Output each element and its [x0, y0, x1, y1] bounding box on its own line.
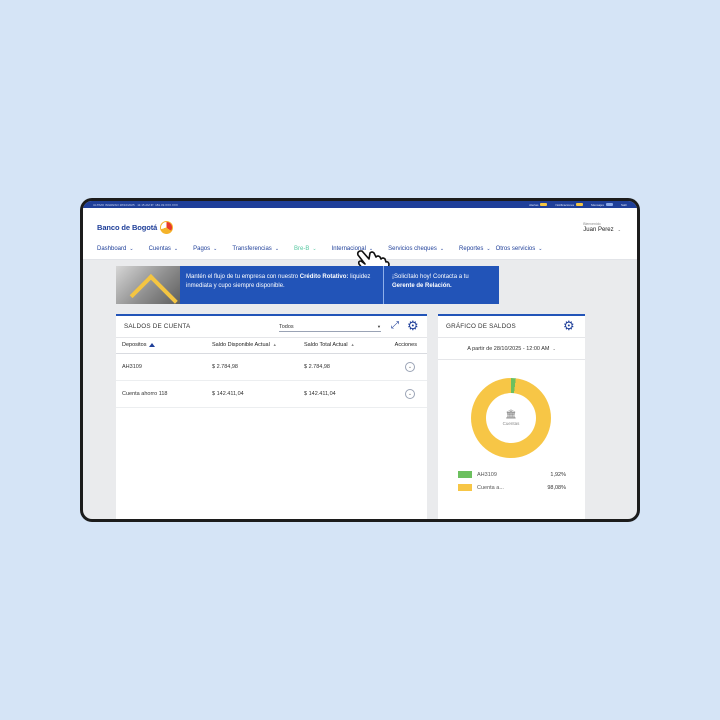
messages-badge	[605, 202, 613, 207]
legend-percent: 98,08%	[547, 484, 566, 491]
card-title: SALDOS DE CUENTA	[124, 323, 191, 330]
sort-icon: ▲	[350, 342, 355, 348]
nav-dashboard[interactable]: Dashboard ⌄	[97, 246, 134, 252]
legend-name: AH3109	[477, 471, 497, 478]
balance-chart-card: GRÁFICO DE SALDOS ⚙ A partir de 28/10/20…	[438, 314, 585, 519]
gear-icon[interactable]: ⚙	[407, 319, 419, 332]
card-header: SALDOS DE CUENTA Todos ▼ ⤢ ⚙	[116, 316, 427, 338]
account-balances-card: SALDOS DE CUENTA Todos ▼ ⤢ ⚙ Depositos S…	[116, 314, 427, 519]
account-name[interactable]: Cuenta ahorro 118	[116, 380, 206, 408]
available-balance: $ 2.784,98	[206, 353, 298, 381]
legend-item[interactable]: Cuenta a... 98,08%	[458, 481, 566, 494]
total-balance: $ 2.784,98	[298, 353, 375, 381]
filter-value: Todos	[279, 323, 294, 330]
nav-pagos[interactable]: Pagos ⌄	[193, 246, 217, 252]
nav-bre-b[interactable]: Bre-B ⌄	[294, 246, 317, 252]
user-greeting: Bienvenido	[583, 222, 601, 226]
balances-table: Depositos Saldo Disponible Actual ▲ Saldo…	[116, 338, 427, 408]
gear-icon[interactable]: ⚙	[563, 319, 575, 332]
chevron-down-icon: ⌄	[173, 246, 179, 252]
promo-banner[interactable]: Mantén el flujo de tu empresa con nuestr…	[116, 266, 499, 304]
logout-link[interactable]: Salir	[621, 203, 627, 207]
col-saldo-total[interactable]: Saldo Total Actual ▲	[298, 338, 375, 354]
chevron-down-icon: ⌄	[538, 246, 543, 252]
table-row[interactable]: AH3109 $ 2.784,98 $ 2.784,98 ⌄	[116, 353, 427, 381]
sort-icon: ▲	[272, 342, 277, 348]
legend-name: Cuenta a...	[477, 484, 504, 491]
nav-reportes[interactable]: Reportes ⌄	[459, 246, 491, 252]
total-balance: $ 142.411,04	[298, 380, 375, 408]
row-actions-button[interactable]: ⌄	[405, 388, 415, 399]
user-name: Juan Perez	[583, 227, 614, 233]
banner-photo	[116, 266, 180, 304]
arrow-graphic	[129, 274, 178, 304]
chevron-down-icon: ⌄	[312, 246, 317, 252]
nav-transferencias[interactable]: Transferencias ⌄	[232, 246, 279, 252]
sort-asc-icon	[149, 342, 156, 347]
alerts-badge	[540, 202, 548, 207]
top-info-strip: ULTIMO INGRESO 28/10/2025 · 11:15 AM IP:…	[83, 201, 637, 208]
card-title: GRÁFICO DE SALDOS	[446, 323, 516, 330]
donut-center-label: Cuentas	[502, 421, 520, 426]
col-saldo-disponible[interactable]: Saldo Disponible Actual ▲	[206, 338, 298, 354]
table-row[interactable]: Cuenta ahorro 118 $ 142.411,04 $ 142.411…	[116, 380, 427, 408]
notifications-link[interactable]: Notificaciones	[555, 202, 584, 207]
laptop-frame: ULTIMO INGRESO 28/10/2025 · 11:15 AM IP:…	[80, 198, 640, 522]
balance-donut-chart[interactable]: 🏛 Cuentas	[471, 378, 551, 458]
account-filter-select[interactable]: Todos ▼	[279, 322, 381, 332]
browser-screen: ULTIMO INGRESO 28/10/2025 · 11:15 AM IP:…	[83, 201, 637, 519]
col-depositos[interactable]: Depositos	[116, 338, 206, 354]
chevron-down-icon: ⌄	[552, 346, 556, 351]
chevron-down-icon: ⌄	[486, 246, 491, 252]
chevron-down-icon: ⌄	[129, 246, 134, 252]
nav-otros-servicios[interactable]: Otros servicios ⌄	[496, 246, 543, 252]
donut-center: 🏛 Cuentas	[486, 393, 536, 443]
card-header: GRÁFICO DE SALDOS ⚙	[438, 316, 585, 338]
legend-swatch	[458, 471, 472, 478]
legend-swatch	[458, 484, 472, 491]
chevron-down-icon: ⌄	[274, 246, 280, 252]
date-selector[interactable]: A partir de 28/10/2025 - 12:00 AM ⌄	[438, 338, 585, 360]
table-header-row: Depositos Saldo Disponible Actual ▲ Saldo…	[116, 338, 427, 354]
chart-legend: AH3109 1,92% Cuenta a... 98,08%	[458, 468, 566, 494]
row-actions-button[interactable]: ⌄	[405, 361, 415, 372]
last-login-text: ULTIMO INGRESO 28/10/2025 · 11:15 AM IP:…	[93, 202, 178, 207]
expand-icon[interactable]: ⤢	[391, 321, 399, 331]
logo-mark-icon	[160, 221, 174, 234]
messages-link[interactable]: Mensajes	[591, 203, 613, 207]
bank-logo[interactable]: Banco de Bogotá	[97, 221, 174, 234]
chevron-down-icon: ⌄	[213, 246, 218, 252]
alerts-link[interactable]: Alertas	[529, 202, 548, 207]
chevron-down-icon: ⌄	[439, 246, 445, 252]
caret-down-icon: ▼	[377, 324, 381, 329]
notifications-badge	[576, 202, 584, 207]
chevron-down-icon: ⌄	[617, 227, 621, 232]
user-menu[interactable]: Bienvenido Juan Perez ⌄	[583, 222, 621, 233]
banner-message: Mantén el flujo de tu empresa con nuestr…	[180, 266, 384, 304]
col-acciones: Acciones	[374, 338, 427, 354]
legend-item[interactable]: AH3109 1,92%	[458, 468, 566, 481]
account-name[interactable]: AH3109	[116, 353, 206, 381]
nav-servicios-cheques[interactable]: Servicios cheques ⌄	[388, 246, 444, 252]
bank-icon: 🏛	[505, 409, 517, 419]
legend-percent: 1,92%	[550, 471, 566, 478]
nav-cuentas[interactable]: Cuentas ⌄	[149, 246, 179, 252]
banner-cta[interactable]: ¡Solicítalo hoy! Contacta a tu Gerente d…	[384, 266, 499, 304]
logo-text: Banco de Bogotá	[97, 223, 158, 232]
date-label: A partir de 28/10/2025 - 12:00 AM	[467, 345, 550, 352]
available-balance: $ 142.411,04	[206, 380, 298, 408]
